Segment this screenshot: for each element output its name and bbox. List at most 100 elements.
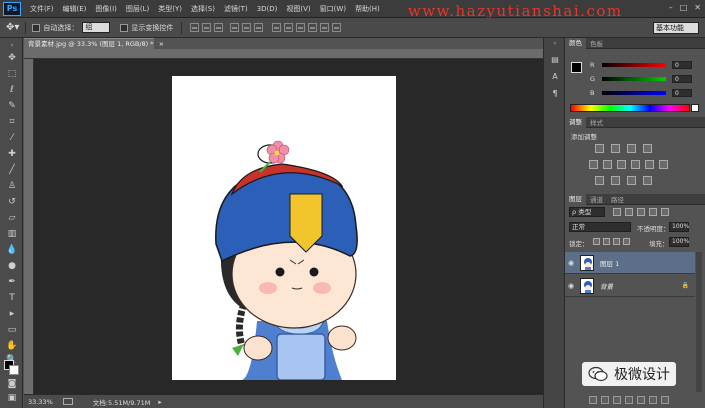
healing-brush-tool-icon[interactable]: ✚ xyxy=(6,149,18,160)
lasso-tool-icon[interactable]: ℓ xyxy=(6,85,18,96)
history-panel-icon[interactable]: ▤ xyxy=(549,55,561,66)
layer-name[interactable]: 图层 1 xyxy=(600,258,619,268)
tab-color[interactable]: 颜色 xyxy=(565,37,586,49)
character-panel-icon[interactable]: A xyxy=(549,72,561,83)
exposure-icon[interactable] xyxy=(643,144,652,153)
shape-tool-icon[interactable]: ▭ xyxy=(6,325,18,336)
blur-tool-icon[interactable]: 💧 xyxy=(6,245,18,256)
menu-3d[interactable]: 3D(D) xyxy=(257,5,278,13)
clone-stamp-tool-icon[interactable]: ♙ xyxy=(6,181,18,192)
tab-swatches[interactable]: 色板 xyxy=(586,38,607,48)
blue-channel-slider[interactable] xyxy=(602,91,666,95)
dodge-tool-icon[interactable]: ● xyxy=(6,261,18,272)
levels-icon[interactable] xyxy=(611,144,620,153)
layer-name[interactable]: 背景 xyxy=(600,281,613,291)
distribute-right-icon[interactable] xyxy=(332,23,342,32)
show-transform-checkbox[interactable] xyxy=(120,23,129,32)
filter-pixel-icon[interactable] xyxy=(613,208,621,216)
hue-saturation-icon[interactable] xyxy=(603,160,612,169)
menu-image[interactable]: 图像(I) xyxy=(95,4,117,14)
menu-filter[interactable]: 滤镜(T) xyxy=(224,4,248,14)
background-color-swatch[interactable] xyxy=(9,365,19,375)
distribute-left-icon[interactable] xyxy=(308,23,318,32)
lock-transparent-icon[interactable] xyxy=(593,238,600,245)
layer-mask-icon[interactable] xyxy=(613,396,621,404)
distribute-bottom-icon[interactable] xyxy=(296,23,306,32)
curves-icon[interactable] xyxy=(627,144,636,153)
brightness-contrast-icon[interactable] xyxy=(595,144,604,153)
tab-styles[interactable]: 样式 xyxy=(586,117,607,127)
move-tool-preset-icon[interactable]: ✥▾ xyxy=(6,22,19,33)
green-channel-value[interactable]: 0 xyxy=(672,75,692,83)
workspace-dropdown[interactable]: 基本功能 xyxy=(653,22,699,34)
spectrum-white-chip[interactable] xyxy=(691,104,699,112)
link-layers-icon[interactable] xyxy=(589,396,597,404)
layer-style-icon[interactable] xyxy=(601,396,609,404)
quick-mask-icon[interactable]: ◙ xyxy=(6,379,18,390)
hand-tool-icon[interactable]: ✋ xyxy=(6,341,18,352)
menu-file[interactable]: 文件(F) xyxy=(30,4,54,14)
distribute-vcenter-icon[interactable] xyxy=(284,23,294,32)
tab-paths[interactable]: 路径 xyxy=(607,194,628,204)
menu-type[interactable]: 类型(Y) xyxy=(158,4,182,14)
crop-tool-icon[interactable]: ⌗ xyxy=(6,117,18,128)
align-top-icon[interactable] xyxy=(190,23,200,32)
menu-edit[interactable]: 编辑(E) xyxy=(63,4,87,14)
pen-tool-icon[interactable]: ✒ xyxy=(6,277,18,288)
distribute-top-icon[interactable] xyxy=(272,23,282,32)
color-spectrum-bar[interactable] xyxy=(570,104,690,112)
document-canvas[interactable] xyxy=(172,76,396,381)
invert-icon[interactable] xyxy=(595,176,604,185)
channel-mixer-icon[interactable] xyxy=(659,160,668,169)
new-group-icon[interactable] xyxy=(637,396,645,404)
brush-tool-icon[interactable]: ╱ xyxy=(6,165,18,176)
green-channel-slider[interactable] xyxy=(602,77,666,81)
blue-channel-value[interactable]: 0 xyxy=(672,89,692,97)
posterize-icon[interactable] xyxy=(611,176,620,185)
menu-view[interactable]: 视图(V) xyxy=(286,4,310,14)
auto-select-checkbox[interactable] xyxy=(32,23,41,32)
layer-row-layer1[interactable]: ◉ 图层 1 xyxy=(565,252,695,274)
eyedropper-tool-icon[interactable]: ⁄ xyxy=(6,133,18,144)
status-arrow-icon[interactable]: ▸ xyxy=(158,398,161,406)
align-bottom-icon[interactable] xyxy=(214,23,224,32)
tab-channels[interactable]: 通道 xyxy=(586,194,607,204)
blend-mode-dropdown[interactable]: 正常 xyxy=(569,222,631,232)
document-tab[interactable]: 背景素材.jpg @ 33.3% (图层 1, RGB/8) * × xyxy=(24,38,164,49)
layer-filter-dropdown[interactable]: ρ 类型 xyxy=(569,207,605,217)
type-tool-icon[interactable]: T xyxy=(6,293,18,304)
visibility-eye-icon[interactable]: ◉ xyxy=(565,282,577,290)
minimize-button[interactable]: – xyxy=(669,3,673,12)
distribute-hcenter-icon[interactable] xyxy=(320,23,330,32)
photo-filter-icon[interactable] xyxy=(645,160,654,169)
maximize-button[interactable]: □ xyxy=(680,3,688,12)
new-layer-icon[interactable] xyxy=(649,396,657,404)
history-brush-tool-icon[interactable]: ↺ xyxy=(6,197,18,208)
filter-type-icon[interactable] xyxy=(637,208,645,216)
eraser-tool-icon[interactable]: ▱ xyxy=(6,213,18,224)
lock-all-icon[interactable] xyxy=(623,238,630,245)
fill-input[interactable]: 100% xyxy=(669,237,689,247)
menu-select[interactable]: 选择(S) xyxy=(191,4,215,14)
quick-select-tool-icon[interactable]: ✎ xyxy=(6,101,18,112)
menu-help[interactable]: 帮助(H) xyxy=(355,4,380,14)
auto-select-dropdown[interactable]: 组 xyxy=(82,22,111,33)
align-hcenter-icon[interactable] xyxy=(242,23,252,32)
align-right-icon[interactable] xyxy=(254,23,264,32)
zoom-level[interactable]: 33.33% xyxy=(28,398,53,406)
black-white-icon[interactable] xyxy=(631,160,640,169)
path-select-tool-icon[interactable]: ▸ xyxy=(6,309,18,320)
align-vcenter-icon[interactable] xyxy=(202,23,212,32)
tab-layers[interactable]: 图层 xyxy=(565,193,586,205)
lock-position-icon[interactable] xyxy=(613,238,620,245)
threshold-icon[interactable] xyxy=(627,176,636,185)
layers-scrollbar[interactable] xyxy=(696,252,702,392)
layer-row-background[interactable]: ◉ 背景 🔒 xyxy=(565,275,695,297)
vibrance-icon[interactable] xyxy=(589,160,598,169)
new-adjustment-icon[interactable] xyxy=(625,396,633,404)
gradient-map-icon[interactable] xyxy=(643,176,652,185)
visibility-eye-icon[interactable]: ◉ xyxy=(565,259,577,267)
delete-layer-icon[interactable] xyxy=(661,396,669,404)
paragraph-panel-icon[interactable]: ¶ xyxy=(549,89,561,100)
move-tool-icon[interactable]: ✥ xyxy=(6,53,18,64)
